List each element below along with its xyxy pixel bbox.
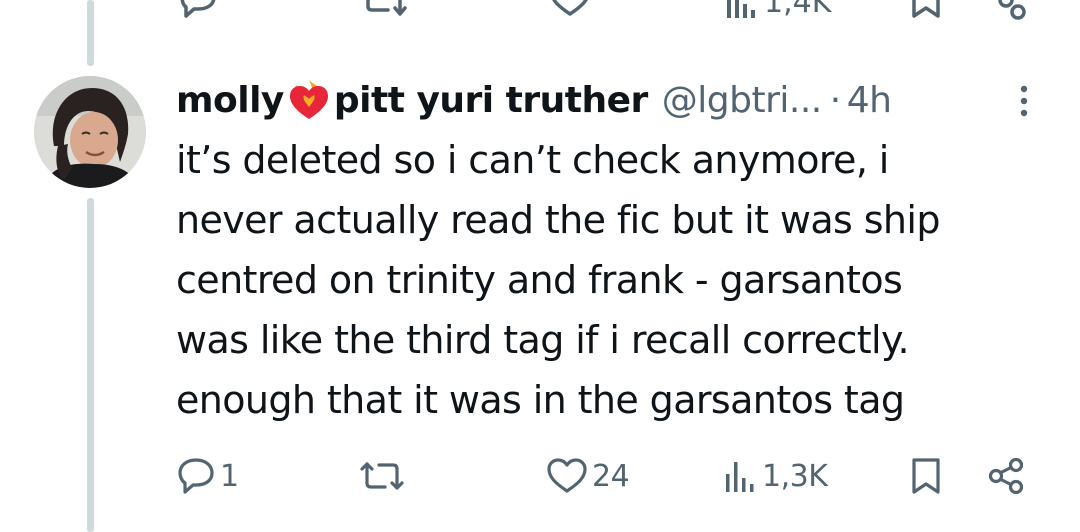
bookmark-icon xyxy=(912,458,940,494)
prev-like-button[interactable] xyxy=(548,0,592,24)
prev-views-button[interactable]: 1,4K xyxy=(724,0,831,20)
share-button[interactable] xyxy=(984,452,1028,500)
separator-dot: · xyxy=(829,79,841,121)
like-count: 24 xyxy=(592,458,630,494)
views-icon xyxy=(726,462,754,492)
reply-icon xyxy=(180,0,216,18)
more-options-button[interactable] xyxy=(1014,82,1034,122)
repost-icon xyxy=(366,0,407,16)
repost-icon xyxy=(360,462,404,490)
reply-icon xyxy=(178,458,214,494)
share-icon xyxy=(988,457,1024,495)
share-icon xyxy=(998,0,1026,20)
reply-button[interactable]: 1 xyxy=(176,452,239,500)
prev-repost-button[interactable] xyxy=(360,0,408,24)
prev-share-button[interactable] xyxy=(984,0,1028,24)
bookmark-button[interactable] xyxy=(906,452,946,500)
heart-on-fire-icon xyxy=(286,77,332,123)
like-icon xyxy=(552,0,588,16)
bookmark-icon xyxy=(912,0,940,18)
repost-button[interactable] xyxy=(358,452,410,500)
user-handle[interactable]: @lgbtri... xyxy=(662,80,822,121)
thread-line-upper xyxy=(87,0,94,66)
tweet-text: it’s deleted so i can’t check anymore, i… xyxy=(176,130,1056,430)
prev-views-count: 1,4K xyxy=(764,0,832,20)
like-icon xyxy=(547,458,587,493)
avatar[interactable] xyxy=(34,76,146,188)
views-icon xyxy=(727,0,755,18)
tweet-header: molly pitt yuri truther @lgbtri... · 4h xyxy=(176,72,892,128)
display-name-part2[interactable]: pitt yuri truther xyxy=(334,80,648,121)
avatar-photo xyxy=(34,76,146,188)
timestamp[interactable]: 4h xyxy=(847,80,892,121)
views-button[interactable]: 1,3K xyxy=(722,452,828,500)
reply-count: 1 xyxy=(220,458,239,494)
tweet-text-line: it’s deleted so i can’t check anymore, i xyxy=(176,138,889,182)
more-icon xyxy=(1020,85,1028,117)
prev-reply-button[interactable] xyxy=(176,0,220,24)
like-button[interactable]: 24 xyxy=(546,452,630,500)
previous-tweet-actions: 1,4K xyxy=(0,0,1080,20)
tweet-text-line: centred on trinity and frank - garsantos xyxy=(176,258,903,302)
prev-bookmark-button[interactable] xyxy=(908,0,944,24)
views-count: 1,3K xyxy=(762,458,828,494)
tweet-text-line: never actually read the fic but it was s… xyxy=(176,198,940,242)
tweet-actions: 1 24 1,3K xyxy=(0,452,1080,500)
tweet-text-line: was like the third tag if i recall corre… xyxy=(176,318,910,362)
tweet-text-line: enough that it was in the garsantos tag xyxy=(176,378,905,422)
display-name-part1[interactable]: molly xyxy=(176,80,284,121)
